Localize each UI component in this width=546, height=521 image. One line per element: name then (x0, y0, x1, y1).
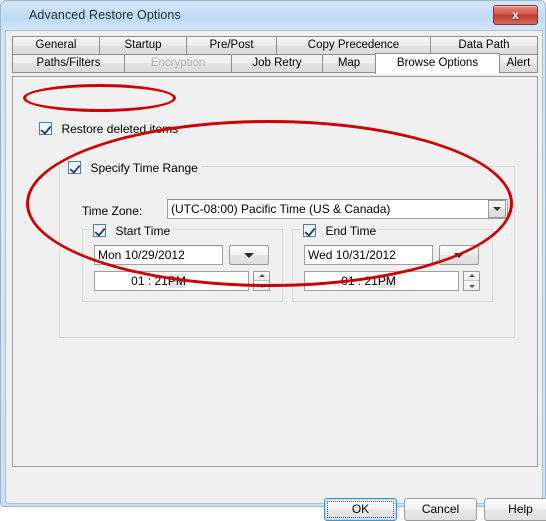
tab-strip: General Startup Pre/Post Copy Precedence… (12, 36, 538, 77)
time-zone-dropdown-button[interactable] (488, 200, 506, 218)
start-time-meridiem[interactable]: PM (167, 274, 186, 288)
start-date-input[interactable]: Mon 10/29/2012 (94, 245, 223, 265)
tab-startup[interactable]: Startup (99, 36, 187, 55)
end-time-group: End Time Wed 10/31/2012 01 : 21PM (292, 222, 493, 302)
end-time-value: 01 : 21 (341, 274, 378, 288)
end-time-title-row[interactable]: End Time (301, 222, 380, 240)
end-time-spinner[interactable] (463, 271, 480, 291)
spinner-up-icon[interactable] (464, 272, 479, 281)
ok-button-label: OK (351, 502, 370, 516)
tab-job-retry[interactable]: Job Retry (231, 54, 323, 73)
end-time-input[interactable]: 01 : 21PM (304, 271, 459, 291)
close-icon: x (512, 8, 519, 22)
dialog-window: Advanced Restore Options x General Start… (0, 0, 546, 521)
start-time-input[interactable]: 01 : 21PM (94, 271, 249, 291)
browse-options-panel: Restore deleted items Specify Time Range… (12, 76, 538, 467)
cancel-button-label: Cancel (421, 502, 460, 516)
time-zone-combobox[interactable]: (UTC-08:00) Pacific Time (US & Canada) (167, 199, 508, 219)
start-date-value: Mon 10/29/2012 (98, 248, 185, 262)
start-time-label: Start Time (115, 223, 171, 238)
time-zone-label: Time Zone: (82, 204, 143, 218)
spinner-down-icon[interactable] (254, 281, 269, 290)
tab-paths-filters[interactable]: Paths/Filters (12, 54, 125, 73)
time-zone-value: (UTC-08:00) Pacific Time (US & Canada) (171, 202, 391, 216)
specify-time-range-label: Specify Time Range (90, 160, 198, 175)
cancel-button[interactable]: Cancel (404, 498, 477, 521)
end-time-meridiem[interactable]: PM (377, 274, 396, 288)
end-date-value: Wed 10/31/2012 (308, 248, 396, 262)
restore-deleted-items-row[interactable]: Restore deleted items (39, 120, 178, 138)
help-button[interactable]: Help (484, 498, 546, 521)
start-time-title-row[interactable]: Start Time (91, 222, 174, 240)
end-time-checkbox[interactable] (303, 224, 316, 238)
window-title: Advanced Restore Options (29, 8, 181, 22)
chevron-down-icon (493, 207, 501, 211)
spinner-down-icon[interactable] (464, 281, 479, 290)
restore-deleted-items-label: Restore deleted items (61, 121, 179, 136)
specify-time-range-checkbox[interactable] (68, 161, 81, 175)
tab-browse-options[interactable]: Browse Options (375, 53, 500, 74)
end-date-picker-button[interactable] (439, 245, 479, 265)
chevron-down-icon (454, 253, 464, 258)
start-time-value: 01 : 21 (131, 274, 168, 288)
tab-general[interactable]: General (12, 36, 100, 55)
start-time-group: Start Time Mon 10/29/2012 01 : 21PM (82, 222, 283, 302)
restore-deleted-items-checkbox[interactable] (39, 122, 52, 136)
chevron-down-icon (244, 253, 254, 258)
tab-pre-post[interactable]: Pre/Post (186, 36, 277, 55)
end-time-label: End Time (325, 223, 377, 238)
tab-encryption: Encryption (124, 54, 232, 73)
close-button[interactable]: x (493, 5, 538, 25)
start-time-spinner[interactable] (253, 271, 270, 291)
specify-time-range-title-row[interactable]: Specify Time Range (66, 159, 201, 177)
help-button-label: Help (508, 502, 533, 516)
title-bar: Advanced Restore Options x (2, 2, 544, 30)
specify-time-range-group: Specify Time Range Time Zone: (UTC-08:00… (59, 159, 515, 338)
start-date-picker-button[interactable] (229, 245, 269, 265)
tab-map[interactable]: Map (322, 54, 376, 73)
end-date-input[interactable]: Wed 10/31/2012 (304, 245, 433, 265)
spinner-up-icon[interactable] (254, 272, 269, 281)
dialog-client-area: General Startup Pre/Post Copy Precedence… (5, 30, 546, 521)
ok-button[interactable]: OK (324, 498, 397, 521)
start-time-checkbox[interactable] (93, 224, 106, 238)
tab-alert[interactable]: Alert (499, 54, 538, 73)
